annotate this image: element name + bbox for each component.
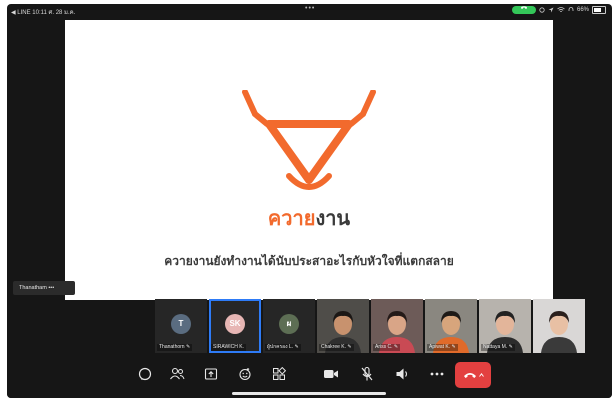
status-bar: ◀ LINE 10:11 ศ. 28 ม.ค. ••• 66%	[7, 4, 612, 16]
wifi-icon	[557, 7, 565, 12]
participant-tile[interactable]: Chakree K. ✎	[317, 299, 369, 353]
reactions-icon	[239, 368, 251, 381]
shared-slide: ควายงาน ควายงานยังทำงานได้นับประสาอะไรกั…	[65, 20, 553, 300]
status-time: 10:11	[32, 10, 47, 16]
share-screen-button[interactable]	[201, 364, 221, 384]
apps-button[interactable]	[269, 364, 289, 384]
location-icon	[548, 7, 554, 13]
back-to-app-link[interactable]: ◀ LINE	[11, 10, 31, 16]
participant-tile[interactable]: SK SIRAWICH K.	[209, 299, 261, 353]
participant-name: Ariss C. ✎	[373, 344, 401, 351]
share-screen-icon	[204, 368, 218, 380]
lock-rotation-icon	[539, 7, 545, 13]
headphones-icon	[568, 7, 574, 11]
participants-icon	[170, 367, 185, 380]
reactions-button[interactable]	[235, 364, 255, 384]
active-speaker-label[interactable]: Thanatham •••	[13, 281, 75, 295]
slide-tagline: ควายงานยังทำงานได้นับประสาอะไรกับหัวใจที…	[164, 254, 454, 268]
brand-wordmark: ควายงาน	[65, 202, 553, 234]
video-icon	[324, 370, 338, 378]
more-icon	[430, 372, 444, 376]
participant-avatar: T	[171, 314, 191, 334]
battery-level-fill	[594, 8, 601, 12]
speaker-icon	[396, 368, 408, 380]
participant-gallery: T Thanathorn ✎ SK SIRAWICH K. ผผู้ปกครอง L. …	[155, 299, 585, 353]
mic-muted-icon	[361, 366, 373, 381]
participant-name: Chakree K. ✎	[319, 344, 354, 351]
participants-button[interactable]	[167, 364, 187, 384]
buffalo-logo	[242, 90, 376, 190]
participant-name: Nattaya M. ✎	[481, 344, 515, 351]
home-indicator[interactable]	[232, 392, 386, 395]
participant-tile[interactable]: T Thanathorn ✎	[155, 299, 207, 353]
battery-percent: 66%	[576, 7, 589, 13]
ipad-screen: ◀ LINE 10:11 ศ. 28 ม.ค. ••• 66% ควายงาน	[7, 4, 612, 398]
chevron-up-icon	[478, 373, 484, 377]
chat-button[interactable]	[135, 364, 155, 384]
participant-name: SIRAWICH K.	[211, 344, 246, 351]
participant-avatar: SK	[225, 314, 245, 334]
battery-icon	[592, 6, 606, 14]
multitask-dots[interactable]: •••	[305, 5, 315, 12]
brand-part-2: งาน	[315, 208, 351, 230]
participant-name: Apiwat K. ✎	[427, 344, 458, 351]
participant-avatar: ผ	[279, 314, 299, 334]
participant-tile[interactable]: Nattaya M. ✎	[479, 299, 531, 353]
leave-meeting-button[interactable]	[455, 362, 491, 388]
phone-icon	[520, 6, 527, 9]
chat-icon	[138, 367, 152, 381]
status-left: ◀ LINE 10:11 ศ. 28 ม.ค.	[11, 7, 75, 17]
participant-name: Thanathorn ✎	[157, 344, 193, 351]
status-date: ศ. 28 ม.ค.	[48, 10, 76, 16]
more-button[interactable]	[427, 364, 447, 384]
brand-part-1: ควาย	[267, 208, 316, 230]
mute-button[interactable]	[357, 364, 377, 384]
video-button[interactable]	[321, 364, 341, 384]
end-call-icon	[463, 373, 476, 378]
participant-tile[interactable]: Apiwat K. ✎	[425, 299, 477, 353]
audio-output-button[interactable]	[393, 364, 413, 384]
active-call-pill[interactable]	[511, 6, 536, 14]
apps-icon	[273, 367, 286, 380]
participant-name: ผู้ปกครอง L. ✎	[265, 344, 301, 351]
participant-tile[interactable]: Ariss C. ✎	[371, 299, 423, 353]
status-right: 66%	[511, 6, 606, 14]
participant-video	[533, 299, 585, 353]
participant-tile[interactable]: ผผู้ปกครอง L. ✎	[263, 299, 315, 353]
participant-tile[interactable]	[533, 299, 585, 353]
